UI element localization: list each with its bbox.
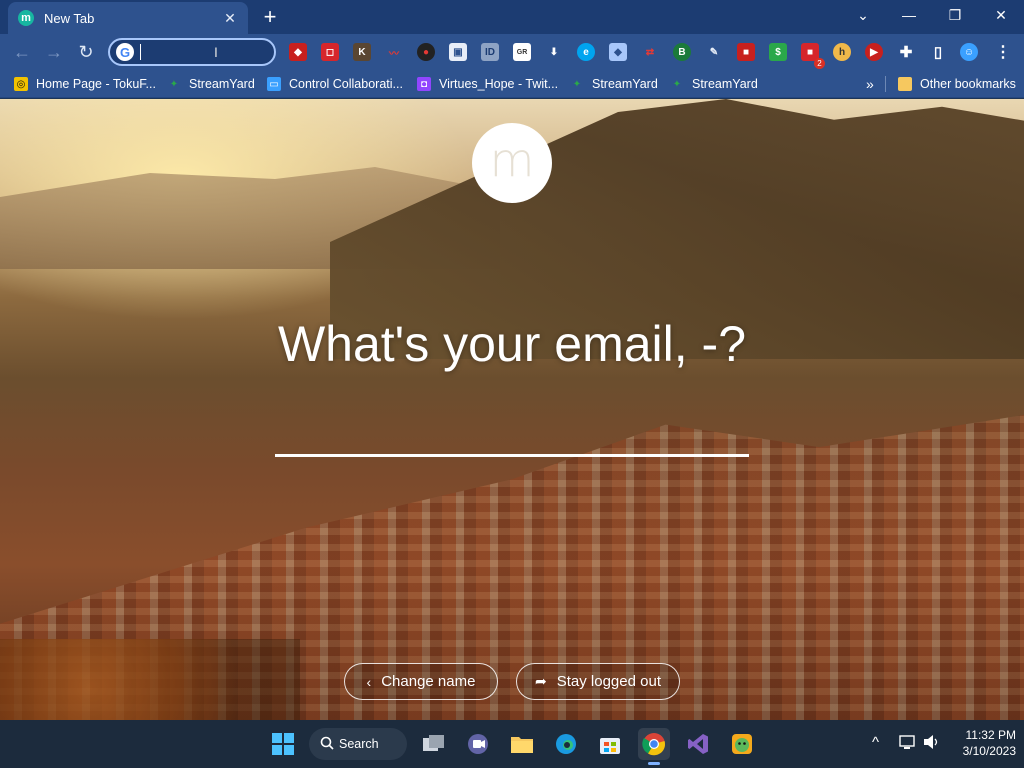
- start-windows-icon[interactable]: [267, 728, 299, 760]
- tab-title: New Tab: [44, 10, 95, 26]
- bookmarks-divider: [885, 76, 886, 92]
- extension-count-badge: 2: [814, 58, 825, 69]
- search-label: Search: [339, 737, 379, 751]
- share-arrow-icon: ➦: [535, 673, 547, 689]
- change-name-button[interactable]: ‹ Change name: [344, 663, 498, 700]
- extension-pin-icon[interactable]: ✎: [705, 43, 723, 61]
- chrome-browser-icon[interactable]: [638, 728, 670, 760]
- bookmarks-bar: ◎ Home Page - TokuF... ✦ StreamYard ▭ Co…: [0, 70, 1024, 98]
- monitor-icon: ▭: [267, 77, 281, 91]
- tokuf-icon: ◎: [14, 77, 28, 91]
- extension-id-icon[interactable]: ID: [481, 43, 499, 61]
- logo-letter: m: [489, 133, 535, 187]
- bookmark-home-page-tokuf[interactable]: ◎ Home Page - TokuF...: [14, 75, 156, 93]
- chevron-left-icon: ‹: [366, 673, 372, 690]
- microsoft-store-icon[interactable]: [594, 728, 626, 760]
- stay-logged-out-button[interactable]: ➦ Stay logged out: [516, 663, 680, 700]
- extension-bs-icon[interactable]: B: [673, 43, 691, 61]
- forward-arrow-icon[interactable]: →: [41, 40, 67, 64]
- visual-studio-icon[interactable]: [682, 728, 714, 760]
- bookmark-virtues-hope-twitch[interactable]: ◘ Virtues_Hope - Twit...: [417, 75, 558, 93]
- tab-search-chevron-down-icon[interactable]: ⌄: [840, 0, 886, 30]
- email-input[interactable]: [275, 399, 749, 457]
- momentum-logo: m: [472, 123, 552, 203]
- extension-edge-icon[interactable]: e: [577, 43, 595, 61]
- ibeam-cursor-icon: I: [214, 44, 218, 60]
- change-name-label: Change name: [381, 673, 476, 690]
- extension-arrows-icon[interactable]: ⇄: [641, 43, 659, 61]
- restore-icon[interactable]: ❐: [932, 0, 978, 30]
- windows-taskbar: Search ^ 11:32 PM 3/10/2023: [0, 720, 1024, 768]
- email-prompt-heading: What's your email, -?: [277, 316, 747, 372]
- bookmark-streamyard-3[interactable]: ✦ StreamYard: [670, 75, 758, 93]
- minimize-icon[interactable]: —: [886, 0, 932, 30]
- bookmark-control-collaboration[interactable]: ▭ Control Collaborati...: [267, 75, 403, 93]
- extension-note-icon[interactable]: ▣: [449, 43, 467, 61]
- background-trees: [0, 639, 300, 720]
- text-caret: [140, 44, 141, 60]
- clock-time: 11:32 PM: [965, 728, 1016, 742]
- new-tab-button[interactable]: +: [258, 5, 282, 29]
- extension-cube-icon[interactable]: ■: [737, 43, 755, 61]
- volume-icon[interactable]: [923, 734, 941, 754]
- task-view-icon[interactable]: [418, 728, 450, 760]
- taskbar-search[interactable]: Search: [309, 728, 407, 760]
- momentum-favicon-icon: m: [18, 10, 34, 26]
- other-bookmarks-label: Other bookmarks: [920, 77, 1016, 91]
- extension-square-icon[interactable]: ◻: [321, 43, 339, 61]
- streamyard-icon: ✦: [572, 78, 582, 90]
- reload-icon[interactable]: ↻: [73, 40, 99, 64]
- bookmark-label: Home Page - TokuF...: [36, 77, 156, 91]
- chevron-up-icon[interactable]: ^: [872, 734, 879, 751]
- tab-close-icon[interactable]: ✕: [222, 10, 238, 27]
- folder-icon: [898, 77, 912, 91]
- bookmark-label: StreamYard: [592, 77, 658, 91]
- bookmark-label: Virtues_Hope - Twit...: [439, 77, 559, 91]
- edge-browser-icon[interactable]: [550, 728, 582, 760]
- extension-scribble-icon[interactable]: 〰: [385, 43, 403, 61]
- extension-youtube-icon[interactable]: ▶: [865, 43, 883, 61]
- extension-k-icon[interactable]: K: [353, 43, 371, 61]
- bookmarks-overflow-chevron-icon[interactable]: »: [866, 75, 874, 93]
- title-bar: m New Tab ✕ + ⌄ — ❐ ✕: [0, 0, 1024, 34]
- momentum-new-tab-page: m What's your email, -? ‹ Change name ➦ …: [0, 99, 1024, 720]
- bookmark-label: StreamYard: [189, 77, 255, 91]
- search-icon: [320, 736, 334, 750]
- extension-diamond-icon[interactable]: ◆: [609, 43, 627, 61]
- extension-record-icon[interactable]: ●: [417, 43, 435, 61]
- streamyard-icon: ✦: [169, 78, 179, 90]
- teams-chat-icon[interactable]: [462, 728, 494, 760]
- other-bookmarks-folder[interactable]: Other bookmarks: [898, 75, 1016, 93]
- bookmark-streamyard-2[interactable]: ✦ StreamYard: [570, 75, 658, 93]
- extension-download-icon[interactable]: ⬇: [545, 43, 563, 61]
- bookmark-streamyard-1[interactable]: ✦ StreamYard: [167, 75, 255, 93]
- file-explorer-icon[interactable]: [506, 728, 538, 760]
- extension-dollar-icon[interactable]: $: [769, 43, 787, 61]
- system-clock[interactable]: 11:32 PM 3/10/2023: [950, 727, 1016, 759]
- profile-avatar[interactable]: ☺: [960, 43, 978, 61]
- bookmark-label: Control Collaborati...: [289, 77, 403, 91]
- address-bar[interactable]: G: [108, 38, 276, 66]
- twitch-icon: ◘: [417, 77, 431, 91]
- bookmark-label: StreamYard: [692, 77, 758, 91]
- streamyard-icon: ✦: [672, 78, 682, 90]
- extension-red-icon[interactable]: ◆: [289, 43, 307, 61]
- side-panel-icon[interactable]: ▯: [929, 43, 947, 61]
- active-app-indicator: [648, 762, 660, 765]
- stay-logged-out-label: Stay logged out: [556, 673, 661, 690]
- green-app-icon[interactable]: [726, 728, 758, 760]
- menu-kebab-icon[interactable]: ⋮: [994, 43, 1012, 61]
- clock-date: 3/10/2023: [962, 744, 1016, 758]
- tab-new-tab[interactable]: m New Tab ✕: [8, 2, 248, 34]
- extension-honey-icon[interactable]: h: [833, 43, 851, 61]
- extension-grammarly-icon[interactable]: GR: [513, 43, 531, 61]
- browser-toolbar: ← → ↻ G I ◆ ◻ K 〰 ● ▣ ID GR ⬇ e ◆ ⇄ B ✎ …: [0, 34, 1024, 70]
- window-close-icon[interactable]: ✕: [978, 0, 1024, 30]
- puzzle-extensions-icon[interactable]: ✚: [897, 43, 915, 61]
- network-icon[interactable]: [899, 734, 917, 754]
- back-arrow-icon[interactable]: ←: [9, 40, 35, 64]
- google-icon: G: [116, 43, 134, 61]
